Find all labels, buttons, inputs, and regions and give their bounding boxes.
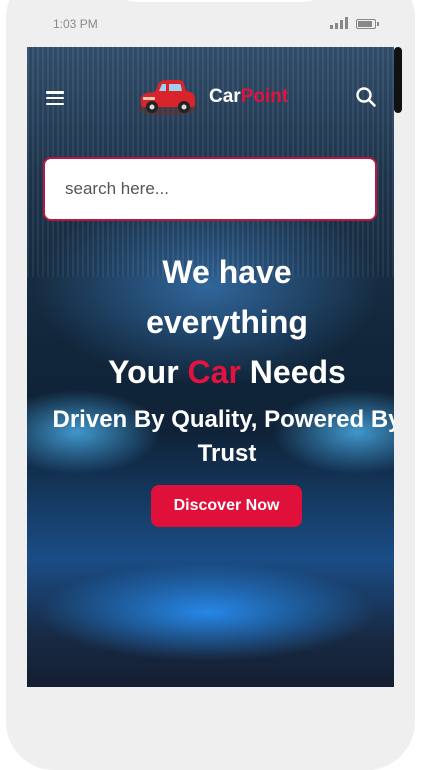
app-screen: CarPoint We have everything Your Car Nee… — [27, 47, 394, 687]
search-box — [43, 157, 377, 221]
headline-line-2: everything — [146, 304, 308, 340]
search-input[interactable] — [45, 159, 365, 219]
status-time: 1:03 PM — [53, 17, 98, 31]
headline-line-3: Your Car Needs — [108, 354, 346, 390]
brand-name: CarPoint — [209, 86, 289, 107]
headline-line-1: We have — [162, 254, 292, 290]
status-icons — [330, 17, 379, 29]
headline-highlight: Car — [187, 354, 241, 390]
phone-notch — [114, 0, 326, 2]
battery-icon — [356, 19, 379, 29]
hero-tagline: Driven By Quality, Powered By Trust — [52, 406, 395, 467]
discover-now-button[interactable]: Discover Now — [151, 485, 302, 527]
car-logo — [137, 80, 197, 116]
search-icon[interactable] — [355, 86, 377, 108]
hero-headline: We have everything Your Car Needs — [27, 247, 394, 397]
signal-icon — [330, 17, 348, 29]
hamburger-menu-icon[interactable] — [46, 91, 64, 106]
brand-logo[interactable]: CarPoint — [135, 75, 288, 119]
scrollbar-thumb[interactable] — [394, 47, 402, 113]
